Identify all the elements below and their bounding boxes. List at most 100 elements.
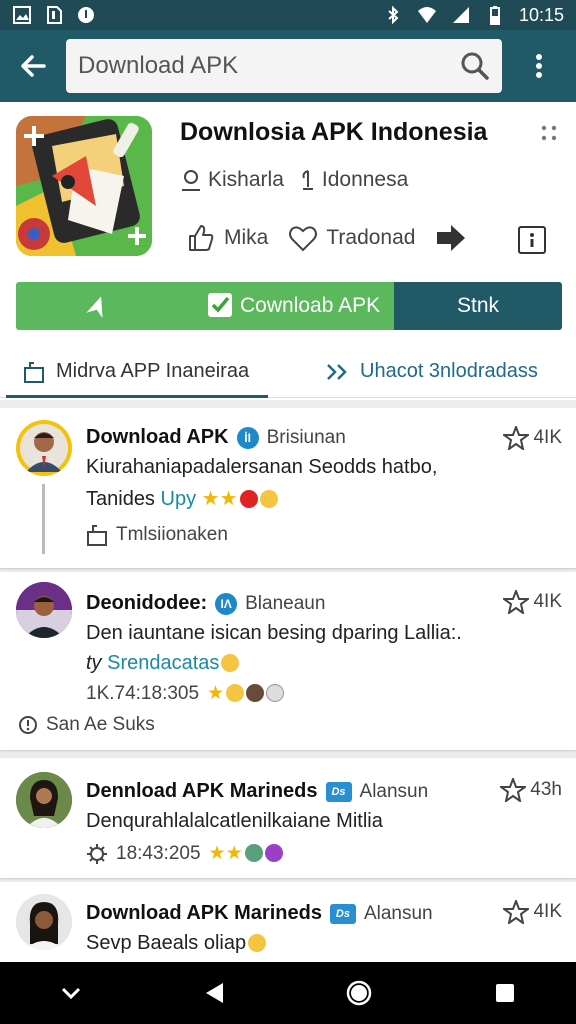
avatar[interactable] [16,772,72,828]
post-footer-label: San Ae Suks [46,714,155,735]
star-icon [503,900,530,924]
emoji-row-icon: ★★ [209,842,283,865]
meta-developer[interactable]: Kisharla [180,168,284,192]
star-count-label: 4IK [533,591,562,612]
image-notification-icon [13,6,31,24]
favorite-label: Tradonad [326,226,416,249]
post-time-label: 18:43:205 [116,842,201,864]
post-card[interactable]: Deonidodee: ƖΛ Blaneaun 4IK Den iauntane… [0,572,576,750]
overflow-menu-button[interactable] [502,30,576,102]
author-handle: Alansun [363,902,433,924]
favorite-button[interactable]: Tradonad [288,224,415,252]
forward-arrow-icon [437,225,466,251]
tab-downloads[interactable]: Uhacot 3nlodradass [290,346,576,397]
emoji-row-icon: ★ [207,682,285,705]
like-button[interactable]: Mika [186,223,268,253]
post-text-line2: ty Srendacatas [86,652,240,675]
home-nav-icon[interactable] [345,979,373,1007]
thumbs-up-icon [189,225,214,251]
face-emoji-icon [259,490,278,508]
info-icon [530,233,534,247]
grid-dots-icon[interactable] [540,124,558,147]
app-icon[interactable] [16,116,152,256]
download-apk-label: Cownloab APK [240,294,381,317]
meta-country-label: Idonnesa [321,168,409,191]
signal-icon [452,7,469,23]
star-count[interactable]: 4IK [503,900,562,924]
post-footer[interactable]: San Ae Suks [18,714,155,736]
chevron-down-icon[interactable] [60,986,82,1000]
app-title: Downlosia APK Indonesia [180,118,488,146]
post-time-label: 1K.74:18:305 [86,682,200,704]
avatar[interactable] [16,420,72,476]
info-circle-icon [19,716,37,734]
verified-badge: ƖΛ [215,592,238,615]
back-arrow-icon [21,55,46,77]
app-actions: Mika Tradonad [186,222,487,254]
post-card[interactable]: Download APK Marineds Ds Alansun 4IK Sev… [0,882,576,964]
post-text-prefix: Tanides [86,488,161,510]
screen: 10:15 Download APK Downlosia APK Indones… [0,0,576,1024]
star-count[interactable]: 4IK [503,426,562,450]
search-input[interactable] [78,52,460,80]
post-author: Deonidodee: ƖΛ Blaneaun [86,592,325,615]
post-author: Dennload APK Marineds Ds Alansun [86,780,428,803]
avatar[interactable] [16,582,72,638]
share-button[interactable] [435,222,467,254]
status-bar: 10:15 [0,0,576,30]
status-time: 10:15 [518,4,564,25]
checkbox-icon [208,293,232,317]
author-handle: Alansun [359,780,429,802]
app-meta: Kisharla Idonnesa [180,168,408,192]
app-notification-icon [78,7,94,23]
sync-label: Stnk [456,294,500,317]
battery-icon [489,6,500,25]
verified-badge: Ds [325,781,352,802]
avatar[interactable] [16,894,72,950]
search-icon[interactable] [460,51,490,81]
tab-bar: Midrva APP Inaneiraa Uhacot 3nlodradass [0,346,576,398]
face-emoji-icon [221,654,240,672]
back-nav-icon[interactable] [203,981,225,1005]
star-count[interactable]: 4IK [503,590,562,614]
author-handle: Brisiunan [266,426,346,448]
star-count-label: 43h [530,779,562,800]
wifi-icon [417,7,436,23]
like-label: Mika [224,226,269,249]
person-icon [182,170,200,191]
post-footer[interactable]: Tmlsiionaken [86,524,228,546]
star-icon [503,426,530,450]
post-link[interactable]: Upy [161,488,197,510]
post-text-prefix: ty [86,652,108,674]
more-vert-icon [536,54,542,78]
recents-nav-icon[interactable] [494,982,516,1004]
app-bar [0,30,576,102]
verified-badge: Ds [329,903,356,924]
meta-developer-label: Kisharla [208,168,284,191]
author-name: Dennload APK Marineds [86,780,318,802]
post-text-content: Sevp Baeals oliap [86,932,247,954]
face-emoji-icon [248,934,267,952]
heart-icon [289,226,318,252]
info-button[interactable] [518,226,546,254]
post-link[interactable]: Srendacatas [107,652,219,674]
meta-country[interactable]: Idonnesa [300,168,408,192]
post-text: Kiurahaniapadalersanan Seodds hatbo, [86,456,438,478]
post-card[interactable]: Dennload APK Marineds Ds Alansun 43h Den… [0,758,576,878]
app-logo-icon [16,116,152,256]
back-button[interactable] [0,30,66,102]
star-count[interactable]: 43h [500,778,562,802]
red-emoji-icon [239,490,258,508]
star-count-label: 4IK [533,901,562,922]
post-author: Download APK İƖ Brisiunan [86,426,346,449]
star-emoji-icon: ★★ [201,488,238,510]
download-apk-button[interactable]: Cownloab APK [16,282,394,330]
post-card[interactable]: Download APK İƖ Brisiunan 4IK Kiurahania… [0,408,576,568]
tab-apps[interactable]: Midrva APP Inaneiraa [0,346,290,398]
search-box [66,39,502,93]
thread-line [42,484,45,554]
post-footer-label: Tmlsiionaken [116,524,228,545]
post-author: Download APK Marineds Ds Alansun [86,902,433,925]
gear-icon [87,843,107,864]
sync-button[interactable]: Stnk [394,282,562,330]
